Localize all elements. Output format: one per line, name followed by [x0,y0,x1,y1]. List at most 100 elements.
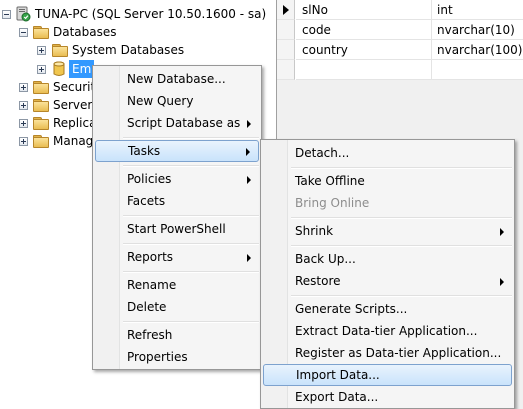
menu-item-label: Tasks [128,144,161,158]
data-type-cell[interactable]: nvarchar(10) [432,20,523,40]
menu-item-import-data[interactable]: Import Data... [263,364,512,386]
column-name-cell[interactable]: country [296,40,432,60]
menu-item-extract-data-tier-application[interactable]: Extract Data-tier Application... [263,320,512,342]
menu-item-label: Policies [127,172,172,186]
menu-item-label: Script Database as [127,116,241,130]
column-name-cell[interactable] [296,60,432,80]
collapse-icon[interactable] [19,28,28,37]
row-header[interactable] [277,20,295,40]
security-label: Securit [53,80,96,94]
tree-node-system-databases[interactable]: System Databases [0,41,262,59]
folder-icon [52,44,68,57]
data-type: nvarchar(10) [437,23,515,37]
menu-item-label: Delete [127,300,167,314]
menu-item-refresh[interactable]: Refresh [95,324,259,346]
menu-item-label: Back Up... [295,252,356,266]
menu-separator [123,137,259,139]
menu-item-facets[interactable]: Facets [95,190,259,212]
menu-item-rename[interactable]: Rename [95,274,259,296]
folder-icon [33,117,49,130]
expand-icon[interactable] [19,119,28,128]
expand-icon[interactable] [19,83,28,92]
menu-item-label: New Database... [127,72,226,86]
row-header[interactable] [277,60,295,80]
folder-icon [33,99,49,112]
menu-item-generate-scripts[interactable]: Generate Scripts... [263,298,512,320]
expand-icon[interactable] [37,65,46,74]
menu-item-label: Extract Data-tier Application... [295,324,478,338]
expand-icon[interactable] [19,101,28,110]
column-name: code [302,23,331,37]
folder-icon [33,81,49,94]
menu-item-label: Register as Data-tier Application... [295,346,502,360]
data-type-cell[interactable]: nvarchar(100) [432,40,523,60]
data-type-cell[interactable]: int [432,0,523,20]
menu-item-label: Facets [127,194,166,208]
current-row-arrow-icon [283,5,289,15]
column-name: slNo [302,3,328,17]
menu-item-label: Restore [295,274,341,288]
column-name-cell[interactable]: slNo [296,0,432,20]
submenu-arrow-icon [500,278,504,286]
menu-item-label: Reports [127,250,174,264]
expand-icon[interactable] [19,137,28,146]
menu-item-start-powershell[interactable]: Start PowerShell [95,218,259,240]
column-name: country [302,43,348,57]
menu-separator [291,245,512,247]
submenu-arrow-icon [247,176,251,184]
column-name-cell[interactable]: code [296,20,432,40]
replication-label: Replica [53,116,97,130]
menu-separator [123,215,259,217]
menu-item-label: Generate Scripts... [295,302,408,316]
menu-item-label: Import Data... [296,368,380,382]
menu-item-properties[interactable]: Properties [95,346,259,368]
menu-item-export-data[interactable]: Export Data... [263,386,512,408]
data-type: nvarchar(100) [437,43,523,57]
menu-item-reports[interactable]: Reports [95,246,259,268]
collapse-icon[interactable] [2,10,11,19]
menu-item-label: Properties [127,350,188,364]
menu-item-tasks[interactable]: Tasks [95,140,259,162]
menu-item-delete[interactable]: Delete [95,296,259,318]
selected-database-label: Em [69,60,95,78]
menu-separator [123,321,259,323]
menu-item-take-offline[interactable]: Take Offline [263,170,512,192]
menu-separator [123,271,259,273]
system-databases-label: System Databases [72,43,185,57]
data-type-cell[interactable] [432,60,523,80]
submenu-arrow-icon [500,228,504,236]
menu-item-label: Take Offline [295,174,365,188]
menu-item-script-database-as[interactable]: Script Database as [95,112,259,134]
menu-item-bring-online[interactable]: Bring Online [263,192,512,214]
menu-item-back-up[interactable]: Back Up... [263,248,512,270]
row-header[interactable] [277,40,295,60]
menu-item-new-query[interactable]: New Query [95,90,259,112]
database-icon [53,61,65,76]
menu-separator [123,165,259,167]
menu-item-label: Export Data... [295,390,379,404]
menu-item-label: Shrink [295,224,334,238]
tree-node-server[interactable]: TUNA-PC (SQL Server 10.50.1600 - sa) [0,5,266,23]
menu-item-label: New Query [127,94,194,108]
table-designer-grid: slNo int code nvarchar(10) country nvarc… [276,0,523,80]
databases-label: Databases [53,25,117,39]
menu-item-label: Bring Online [295,196,370,210]
expand-icon[interactable] [37,46,46,55]
menu-item-restore[interactable]: Restore [263,270,512,292]
menu-item-label: Refresh [127,328,173,342]
menu-item-register-data-tier-application[interactable]: Register as Data-tier Application... [263,342,512,364]
server-label: TUNA-PC (SQL Server 10.50.1600 - sa) [35,7,267,21]
menu-item-label: Start PowerShell [127,222,226,236]
menu-separator [291,167,512,169]
folder-icon [33,135,49,148]
menu-item-detach[interactable]: Detach... [263,142,512,164]
menu-item-label: Rename [127,278,177,292]
menu-item-shrink[interactable]: Shrink [263,220,512,242]
tree-node-databases[interactable]: Databases [0,23,262,41]
menu-item-new-database[interactable]: New Database... [95,68,259,90]
tasks-submenu: Detach... Take Offline Bring Online Shri… [260,139,515,409]
row-header-current[interactable] [277,0,295,20]
menu-item-label: Detach... [295,146,350,160]
menu-item-policies[interactable]: Policies [95,168,259,190]
data-type: int [437,3,453,17]
